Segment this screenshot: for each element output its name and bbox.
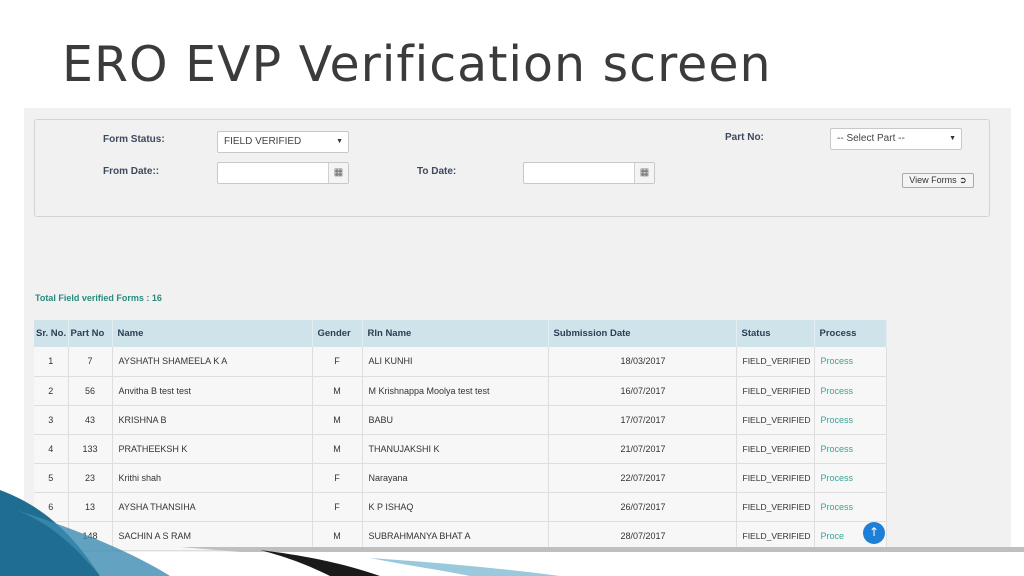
cell-sr-no: 6	[34, 492, 69, 522]
cell-name: PRATHEEKSH K	[112, 434, 313, 464]
cell-status: FIELD_VERIFIED	[736, 434, 815, 464]
cell-sr-no: 1	[34, 347, 69, 377]
form-status-value: FIELD VERIFIED	[224, 136, 302, 147]
column-header-gender[interactable]: Gender	[312, 320, 363, 347]
calendar-icon[interactable]: ▦	[328, 163, 348, 183]
cell-name: Krithi shah	[112, 463, 313, 493]
table-row: 2 56 Anvitha B test test M M Krishnappa …	[34, 376, 887, 406]
cell-status: FIELD_VERIFIED	[736, 347, 815, 377]
to-date-input[interactable]: ▦	[523, 162, 655, 184]
cell-submission-date: 21/07/2017	[548, 434, 737, 464]
cell-gender: M	[312, 434, 363, 464]
cell-rln-name: THANUJAKSHI K	[362, 434, 549, 464]
process-link[interactable]: Process	[814, 405, 887, 435]
cell-gender: F	[312, 347, 363, 377]
column-header-sr-no[interactable]: Sr. No.	[34, 320, 69, 347]
cell-name: Anvitha B test test	[112, 376, 313, 406]
calendar-icon[interactable]: ▦	[634, 163, 654, 183]
column-header-rln-name[interactable]: Rln Name	[362, 320, 549, 347]
form-status-label: Form Status:	[103, 134, 165, 145]
column-header-submission-date[interactable]: Submission Date	[548, 320, 737, 347]
cell-name: AYSHA THANSIHA	[112, 492, 313, 522]
cell-gender: M	[312, 405, 363, 435]
cell-rln-name: M Krishnappa Moolya test test	[362, 376, 549, 406]
cell-name: AYSHATH SHAMEELA K A	[112, 347, 313, 377]
scroll-to-top-button[interactable]: ↑	[863, 522, 885, 544]
table-row: 3 43 KRISHNA B M BABU 17/07/2017 FIELD_V…	[34, 405, 887, 435]
cell-rln-name: Narayana	[362, 463, 549, 493]
table-row: 4 133 PRATHEEKSH K M THANUJAKSHI K 21/07…	[34, 434, 887, 464]
table-header-row: Sr. No. Part No Name Gender Rln Name Sub…	[34, 320, 887, 347]
part-no-select[interactable]: -- Select Part -- ▼	[830, 128, 962, 150]
cell-part-no: 133	[68, 434, 113, 464]
table-row: 6 13 AYSHA THANSIHA F K P ISHAQ 26/07/20…	[34, 492, 887, 522]
column-header-name[interactable]: Name	[112, 320, 313, 347]
part-no-label: Part No:	[725, 132, 764, 143]
arrow-up-icon: ↑	[868, 525, 880, 539]
form-status-select[interactable]: FIELD VERIFIED ▼	[217, 131, 349, 153]
cell-part-no: 148	[68, 521, 113, 551]
circle-arrow-right-icon: ➲	[959, 175, 967, 185]
cell-status: FIELD_VERIFIED	[736, 463, 815, 493]
cell-sr-no: 3	[34, 405, 69, 435]
cell-status: FIELD_VERIFIED	[736, 521, 815, 551]
cell-submission-date: 28/07/2017	[548, 521, 737, 551]
cell-name: KRISHNA B	[112, 405, 313, 435]
cell-sr-no: 2	[34, 376, 69, 406]
cell-part-no: 56	[68, 376, 113, 406]
column-header-part-no[interactable]: Part No	[68, 320, 113, 347]
total-verified-count: Total Field verified Forms : 16	[35, 293, 162, 303]
cell-submission-date: 16/07/2017	[548, 376, 737, 406]
cell-part-no: 23	[68, 463, 113, 493]
from-date-label: From Date::	[103, 166, 160, 177]
cell-part-no: 13	[68, 492, 113, 522]
process-link[interactable]: Process	[814, 347, 887, 377]
process-link[interactable]: Process	[814, 463, 887, 493]
cell-rln-name: BABU	[362, 405, 549, 435]
part-no-value: -- Select Part --	[837, 133, 905, 144]
cell-rln-name: K P ISHAQ	[362, 492, 549, 522]
cell-rln-name: SUBRAHMANYA BHAT A	[362, 521, 549, 551]
cell-gender: M	[312, 376, 363, 406]
cell-submission-date: 17/07/2017	[548, 405, 737, 435]
cell-name: SACHIN A S RAM	[112, 521, 313, 551]
table-row: 5 23 Krithi shah F Narayana 22/07/2017 F…	[34, 463, 887, 493]
cell-sr-no: 5	[34, 463, 69, 493]
table-row: 1 7 AYSHATH SHAMEELA K A F ALI KUNHI 18/…	[34, 347, 887, 377]
to-date-label: To Date:	[417, 166, 457, 177]
cell-status: FIELD_VERIFIED	[736, 376, 815, 406]
view-forms-label: View Forms	[909, 175, 957, 185]
cell-status: FIELD_VERIFIED	[736, 405, 815, 435]
cell-part-no: 43	[68, 405, 113, 435]
filter-panel: Form Status: FIELD VERIFIED ▼ Part No: -…	[34, 119, 990, 217]
cell-sr-no: 4	[34, 434, 69, 464]
column-header-process[interactable]: Process	[814, 320, 887, 347]
chevron-down-icon: ▼	[336, 138, 343, 145]
process-link[interactable]: Process	[814, 376, 887, 406]
process-link[interactable]: Process	[814, 492, 887, 522]
app-screenshot: Form Status: FIELD VERIFIED ▼ Part No: -…	[24, 108, 1011, 552]
cell-gender: F	[312, 463, 363, 493]
cell-submission-date: 18/03/2017	[548, 347, 737, 377]
cell-part-no: 7	[68, 347, 113, 377]
from-date-input[interactable]: ▦	[217, 162, 349, 184]
process-link[interactable]: Process	[814, 434, 887, 464]
cell-submission-date: 26/07/2017	[548, 492, 737, 522]
cell-sr-no: 7	[34, 521, 69, 551]
cell-gender: F	[312, 492, 363, 522]
cell-gender: M	[312, 521, 363, 551]
forms-table: Sr. No. Part No Name Gender Rln Name Sub…	[34, 320, 887, 551]
view-forms-button[interactable]: View Forms ➲	[902, 173, 974, 188]
column-header-status[interactable]: Status	[736, 320, 815, 347]
cell-rln-name: ALI KUNHI	[362, 347, 549, 377]
cell-submission-date: 22/07/2017	[548, 463, 737, 493]
cell-status: FIELD_VERIFIED	[736, 492, 815, 522]
slide-title: ERO EVP Verification screen	[62, 36, 772, 93]
chevron-down-icon: ▼	[949, 135, 956, 142]
table-row: 7 148 SACHIN A S RAM M SUBRAHMANYA BHAT …	[34, 521, 887, 551]
